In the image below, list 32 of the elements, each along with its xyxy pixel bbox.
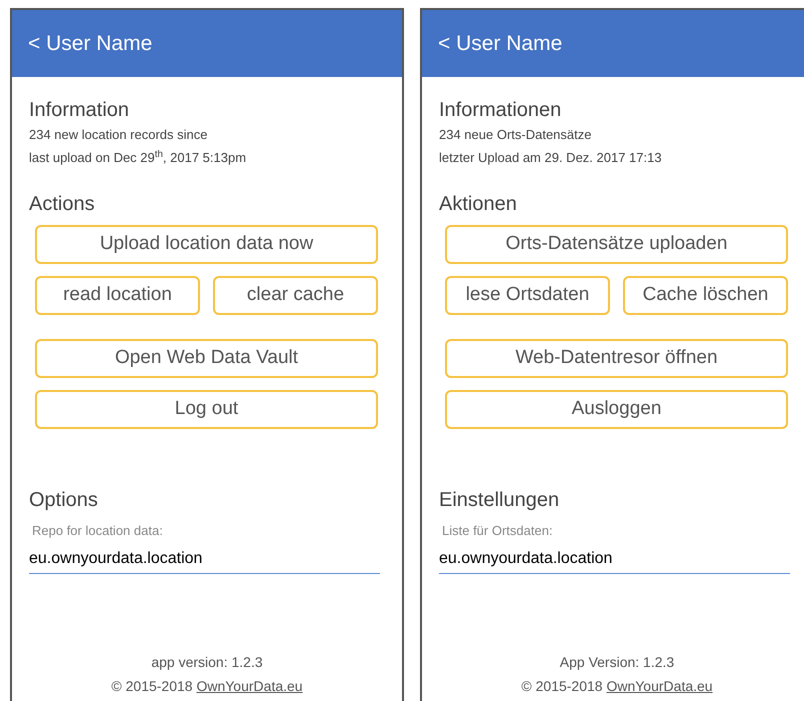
action-button[interactable]: Upload location data now — [35, 225, 378, 264]
version-text: App Version: 1.2.3 — [560, 652, 674, 672]
info-text: letzter Upload am 29. Dez. 2017 17:13 — [439, 149, 663, 167]
section-heading: Options — [29, 488, 99, 513]
section-heading: Einstellungen — [439, 488, 560, 513]
action-button[interactable]: lese Ortsdaten — [445, 276, 610, 315]
location-repo-field[interactable]: eu.ownyourdata.location — [29, 546, 380, 574]
section-heading: Aktionen — [439, 192, 518, 217]
location-repo-field[interactable]: eu.ownyourdata.location — [439, 546, 790, 574]
action-button[interactable]: Open Web Data Vault — [35, 339, 378, 378]
field-label: Repo for location data: — [31, 522, 164, 540]
back-link[interactable]: < User Name — [28, 28, 152, 60]
copyright-text: © 2015-2018 OwnYourData.eu — [111, 676, 303, 696]
section-heading: Informationen — [439, 98, 562, 123]
copyright-text: © 2015-2018 OwnYourData.eu — [521, 676, 713, 696]
info-text: 234 neue Orts-Datensätze — [439, 126, 592, 144]
action-button[interactable]: Web-Datentresor öffnen — [445, 339, 788, 378]
info-text: 234 new location records since — [29, 126, 208, 144]
version-text: app version: 1.2.3 — [151, 652, 263, 672]
action-button[interactable]: Orts-Datensätze uploaden — [445, 225, 788, 264]
info-text: last upload on Dec 29$^{th}$, 2017 5:13pm — [29, 148, 248, 167]
field-label: Liste für Ortsdaten: — [441, 522, 554, 540]
section-heading: Information — [29, 98, 130, 123]
action-button[interactable]: Ausloggen — [445, 390, 788, 429]
website-link[interactable]: OwnYourData.eu — [606, 678, 713, 694]
action-button[interactable]: read location — [35, 276, 200, 315]
action-button[interactable]: Cache löschen — [623, 276, 788, 315]
action-button[interactable]: Log out — [35, 390, 378, 429]
website-link[interactable]: OwnYourData.eu — [196, 678, 303, 694]
back-link[interactable]: < User Name — [438, 28, 562, 60]
action-button[interactable]: clear cache — [213, 276, 378, 315]
section-heading: Actions — [29, 192, 96, 217]
